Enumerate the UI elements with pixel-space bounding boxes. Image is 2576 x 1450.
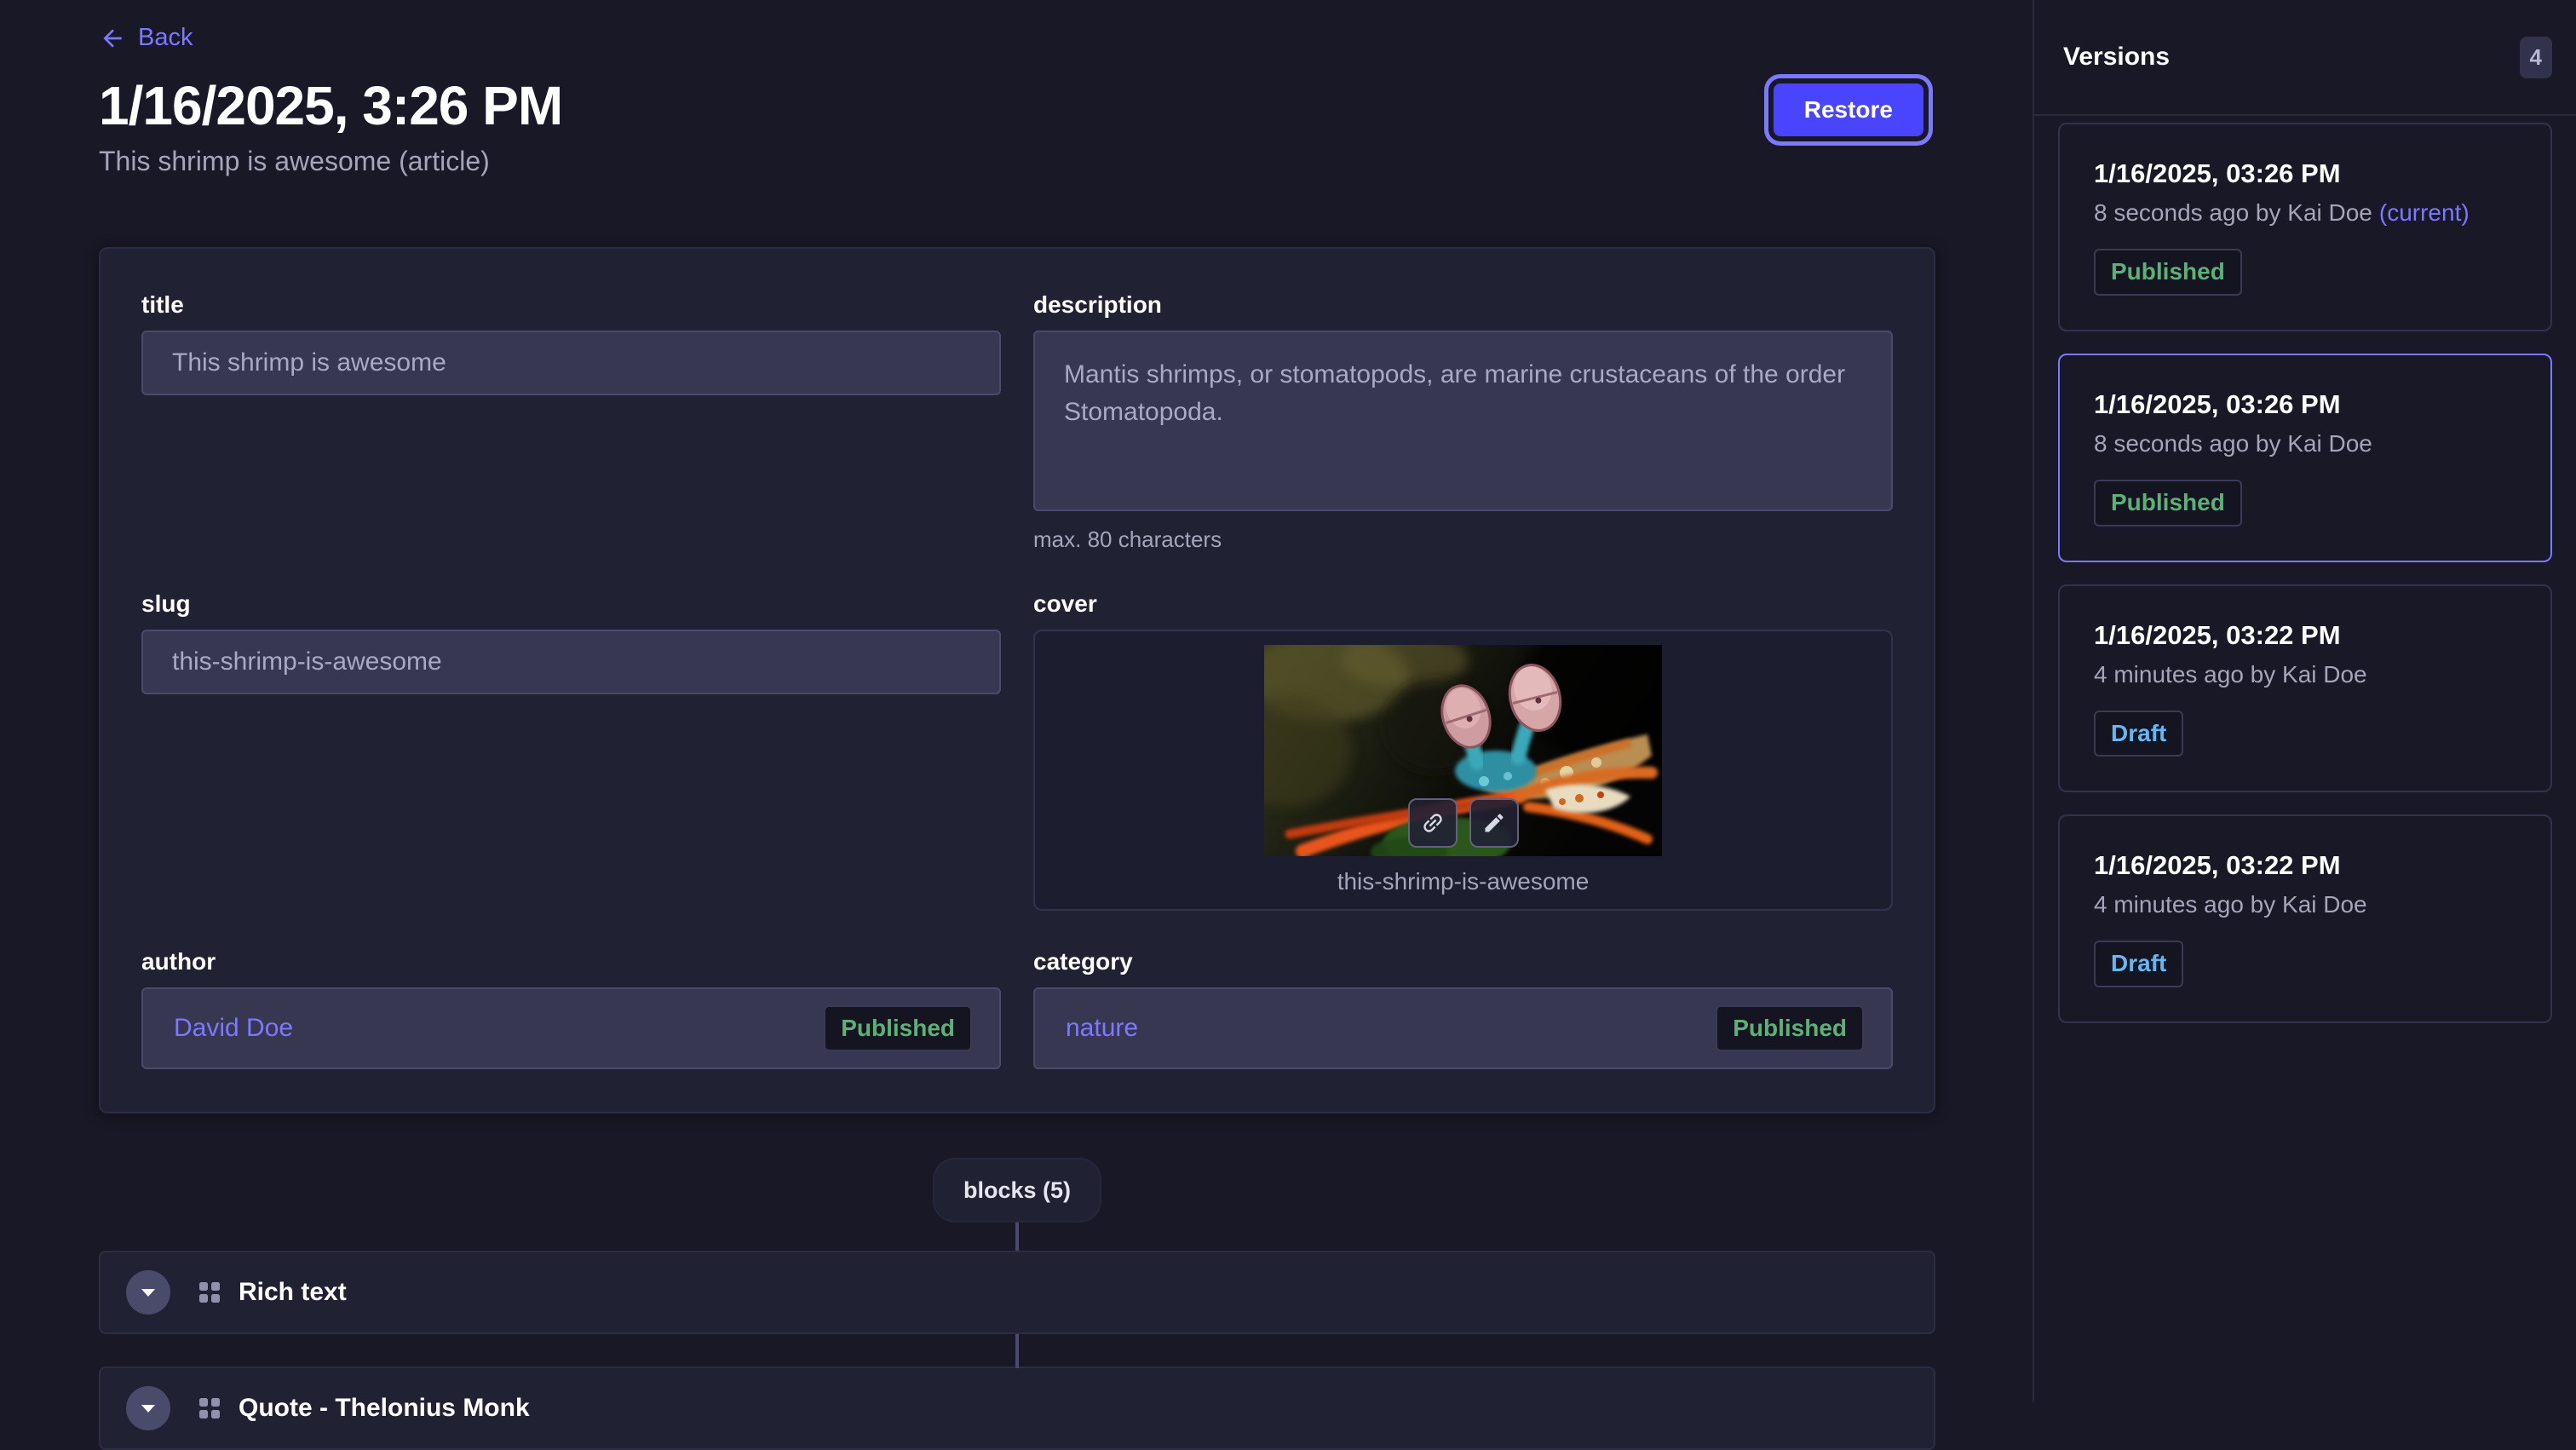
version-meta-text: 4 minutes ago by Kai Doe	[2094, 661, 2367, 688]
versions-header: Versions 4	[2034, 0, 2576, 116]
page-header-titles: 1/16/2025, 3:26 PM This shrimp is awesom…	[99, 75, 562, 178]
chevron-down-icon[interactable]	[126, 1270, 170, 1315]
version-card[interactable]: 1/16/2025, 03:22 PM 4 minutes ago by Kai…	[2058, 584, 2552, 793]
category-value-link[interactable]: nature	[1066, 1014, 1138, 1043]
blocks-section: blocks (5) Rich text	[99, 1158, 1935, 1450]
version-date: 1/16/2025, 03:22 PM	[2094, 620, 2516, 651]
title-field: title This shrimp is awesome	[141, 291, 1001, 395]
versions-panel: Versions 4 1/16/2025, 03:26 PM 8 seconds…	[2033, 0, 2576, 1402]
description-hint: max. 80 characters	[1033, 526, 1893, 553]
version-meta-text: 4 minutes ago by Kai Doe	[2094, 891, 2367, 918]
page-subtitle: This shrimp is awesome (article)	[99, 146, 562, 177]
cover-box: this-shrimp-is-awesome	[1033, 630, 1893, 911]
description-textarea[interactable]: Mantis shrimps, or stomatopods, are mari…	[1033, 331, 1893, 511]
drag-grid-icon[interactable]	[199, 1282, 220, 1303]
page-title: 1/16/2025, 3:26 PM	[99, 75, 562, 138]
status-badge: Published	[1716, 1005, 1864, 1052]
version-date: 1/16/2025, 03:22 PM	[2094, 850, 2516, 881]
title-label: title	[141, 291, 1001, 319]
status-badge: Published	[824, 1005, 972, 1052]
slug-input[interactable]: this-shrimp-is-awesome	[141, 630, 1001, 694]
cover-label: cover	[1033, 590, 1893, 618]
description-label: description	[1033, 291, 1893, 319]
slug-field: slug this-shrimp-is-awesome	[141, 590, 1001, 694]
cover-caption: this-shrimp-is-awesome	[1337, 868, 1590, 895]
category-label: category	[1033, 948, 1893, 975]
cover-image	[1264, 645, 1662, 856]
status-badge: Published	[2094, 480, 2242, 526]
versions-count-badge: 4	[2520, 37, 2552, 78]
chevron-down-icon[interactable]	[126, 1386, 170, 1430]
author-value-link[interactable]: David Doe	[174, 1014, 293, 1043]
author-relation-box: David Doe Published	[141, 987, 1001, 1069]
version-date: 1/16/2025, 03:26 PM	[2094, 158, 2516, 189]
title-input[interactable]: This shrimp is awesome	[141, 331, 1001, 395]
version-date: 1/16/2025, 03:26 PM	[2094, 389, 2516, 420]
version-history-page: Back 1/16/2025, 3:26 PM This shrimp is a…	[0, 0, 2576, 1402]
version-meta-text: 8 seconds ago by Kai Doe	[2094, 430, 2372, 457]
status-badge: Published	[2094, 249, 2242, 296]
version-meta: 8 seconds ago by Kai Doe (current)	[2094, 199, 2516, 227]
cover-actions	[1408, 798, 1519, 848]
blocks-pill[interactable]: blocks (5)	[933, 1158, 1101, 1223]
version-card[interactable]: 1/16/2025, 03:22 PM 4 minutes ago by Kai…	[2058, 814, 2552, 1023]
slug-value: this-shrimp-is-awesome	[172, 647, 442, 676]
pencil-icon[interactable]	[1469, 798, 1519, 848]
versions-list: 1/16/2025, 03:26 PM 8 seconds ago by Kai…	[2034, 116, 2576, 1047]
block-accordion[interactable]: Quote - Thelonius Monk	[99, 1367, 1935, 1450]
back-link[interactable]: Back	[99, 24, 193, 52]
version-card[interactable]: 1/16/2025, 03:26 PM 8 seconds ago by Kai…	[2058, 354, 2552, 562]
connector-line	[1015, 1223, 1019, 1251]
description-value: Mantis shrimps, or stomatopods, are mari…	[1064, 356, 1862, 431]
drag-grid-icon[interactable]	[199, 1398, 220, 1418]
status-badge: Draft	[2094, 711, 2183, 757]
category-relation-box: nature Published	[1033, 987, 1893, 1069]
block-accordion[interactable]: Rich text	[99, 1251, 1935, 1334]
status-badge: Draft	[2094, 941, 2183, 987]
author-field: author David Doe Published	[141, 948, 1001, 1069]
blocks-list: Rich text Quote - Thelonius Monk	[99, 1251, 1935, 1450]
main-content: Back 1/16/2025, 3:26 PM This shrimp is a…	[0, 0, 2033, 1402]
block-label: Rich text	[239, 1278, 347, 1307]
arrow-left-icon	[99, 25, 126, 52]
version-current-label: (current)	[2379, 199, 2470, 226]
author-label: author	[141, 948, 1001, 975]
page-header: 1/16/2025, 3:26 PM This shrimp is awesom…	[99, 75, 1935, 178]
version-meta-text: 8 seconds ago by Kai Doe	[2094, 199, 2372, 226]
link-icon[interactable]	[1408, 798, 1458, 848]
back-label: Back	[138, 24, 193, 52]
version-meta: 4 minutes ago by Kai Doe	[2094, 891, 2516, 918]
category-field: category nature Published	[1033, 948, 1893, 1069]
fields-card: title This shrimp is awesome description…	[99, 247, 1935, 1113]
cover-field: cover	[1033, 590, 1893, 911]
version-meta: 4 minutes ago by Kai Doe	[2094, 661, 2516, 688]
block-label: Quote - Thelonius Monk	[239, 1394, 530, 1423]
version-card[interactable]: 1/16/2025, 03:26 PM 8 seconds ago by Kai…	[2058, 123, 2552, 331]
restore-button[interactable]: Restore	[1774, 83, 1923, 136]
description-field: description Mantis shrimps, or stomatopo…	[1033, 291, 1893, 553]
version-meta: 8 seconds ago by Kai Doe	[2094, 430, 2516, 457]
title-value: This shrimp is awesome	[172, 348, 446, 377]
slug-label: slug	[141, 590, 1001, 618]
versions-title: Versions	[2063, 43, 2170, 72]
